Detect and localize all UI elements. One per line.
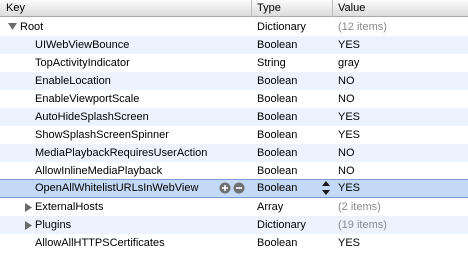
row-type[interactable]: Array bbox=[257, 198, 333, 216]
row-type[interactable]: Boolean bbox=[257, 72, 333, 90]
plist-row-root[interactable]: Root Dictionary (12 items) bbox=[0, 18, 468, 36]
row-type[interactable]: Boolean bbox=[257, 162, 333, 180]
plist-row-selected[interactable]: OpenAllWhitelistURLsInWebView Boolean YE… bbox=[0, 179, 468, 198]
add-row-icon[interactable] bbox=[219, 182, 231, 194]
row-key[interactable]: AllowAllHTTPSCertificates bbox=[0, 234, 252, 252]
row-key[interactable]: Plugins bbox=[0, 216, 252, 234]
plist-row[interactable]: AllowAllHTTPSCertificates Boolean YES bbox=[0, 234, 468, 252]
row-type[interactable]: Boolean bbox=[257, 36, 333, 54]
row-key[interactable]: ShowSplashScreenSpinner bbox=[0, 126, 252, 144]
row-type[interactable]: Dictionary bbox=[257, 216, 333, 234]
row-value[interactable]: NO bbox=[338, 162, 468, 180]
row-key[interactable]: EnableViewportScale bbox=[0, 90, 252, 108]
row-value[interactable]: NO bbox=[338, 90, 468, 108]
row-value[interactable]: gray bbox=[338, 54, 468, 72]
plist-row-externalhosts[interactable]: ExternalHosts Array (2 items) bbox=[0, 198, 468, 216]
row-value[interactable]: YES bbox=[338, 234, 468, 252]
plist-row[interactable]: EnableLocation Boolean NO bbox=[0, 72, 468, 90]
plist-row[interactable]: ShowSplashScreenSpinner Boolean YES bbox=[0, 126, 468, 144]
row-type[interactable]: Boolean bbox=[257, 90, 333, 108]
type-column-header[interactable]: Type bbox=[252, 0, 333, 17]
plist-row[interactable]: EnableViewportScale Boolean NO bbox=[0, 90, 468, 108]
plist-row[interactable]: AutoHideSplashScreen Boolean YES bbox=[0, 108, 468, 126]
column-header: Key Type Value bbox=[0, 0, 468, 17]
row-value: (12 items) bbox=[338, 21, 387, 33]
row-value[interactable]: YES bbox=[338, 126, 468, 144]
row-value[interactable]: YES bbox=[338, 36, 468, 54]
row-key[interactable]: ExternalHosts bbox=[0, 198, 252, 216]
row-key[interactable]: OpenAllWhitelistURLsInWebView bbox=[0, 180, 252, 197]
row-type[interactable]: Boolean bbox=[257, 144, 333, 162]
plist-row-plugins[interactable]: Plugins Dictionary (19 items) bbox=[0, 216, 468, 234]
row-type[interactable]: Boolean bbox=[257, 108, 333, 126]
row-value[interactable]: YES bbox=[338, 180, 468, 197]
row-value[interactable]: YES bbox=[338, 108, 468, 126]
plist-row[interactable]: AllowInlineMediaPlayback Boolean NO bbox=[0, 162, 468, 180]
row-value[interactable]: NO bbox=[338, 144, 468, 162]
key-column-header[interactable]: Key bbox=[0, 0, 252, 17]
value-column-header[interactable]: Value bbox=[333, 0, 468, 17]
row-key[interactable]: TopActivityIndicator bbox=[0, 54, 252, 72]
row-type[interactable]: Dictionary bbox=[257, 18, 333, 36]
plist-row[interactable]: UIWebViewBounce Boolean YES bbox=[0, 36, 468, 54]
row-key[interactable]: AutoHideSplashScreen bbox=[0, 108, 252, 126]
plist-row[interactable]: TopActivityIndicator String gray bbox=[0, 54, 468, 72]
row-value: (19 items) bbox=[338, 219, 387, 231]
row-key: Root bbox=[20, 21, 44, 33]
row-value: (2 items) bbox=[338, 201, 381, 213]
value-stepper-icon[interactable] bbox=[322, 181, 330, 195]
row-value[interactable]: NO bbox=[338, 72, 468, 90]
row-key[interactable]: UIWebViewBounce bbox=[0, 36, 252, 54]
plist-row[interactable]: MediaPlaybackRequiresUserAction Boolean … bbox=[0, 144, 468, 162]
row-key[interactable]: MediaPlaybackRequiresUserAction bbox=[0, 144, 252, 162]
row-type[interactable]: String bbox=[257, 54, 333, 72]
row-type[interactable]: Boolean bbox=[257, 126, 333, 144]
row-key[interactable]: AllowInlineMediaPlayback bbox=[0, 162, 252, 180]
remove-row-icon[interactable] bbox=[233, 182, 245, 194]
row-type[interactable]: Boolean bbox=[257, 234, 333, 252]
row-key[interactable]: EnableLocation bbox=[0, 72, 252, 90]
